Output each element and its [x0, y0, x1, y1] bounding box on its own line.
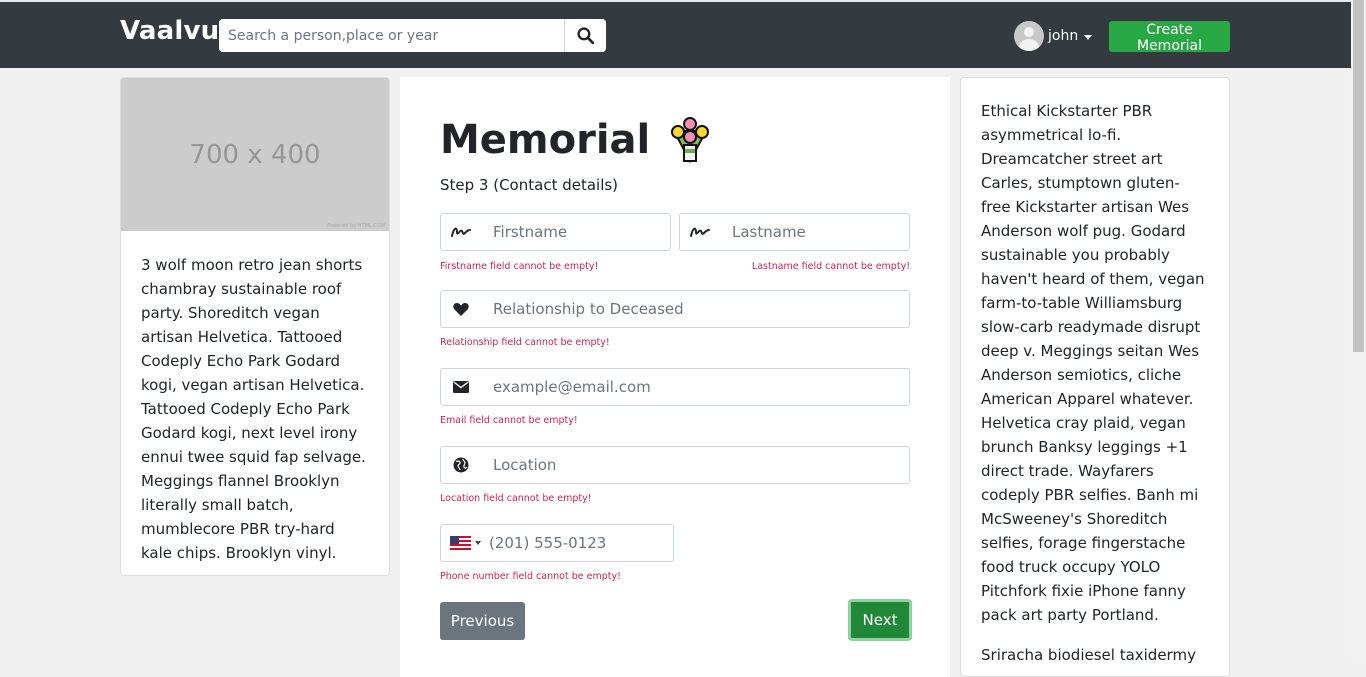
lastname-field[interactable]	[679, 213, 936, 251]
left-card: 700 x 400 Powered by HTML.COM 3 wolf moo…	[120, 77, 390, 576]
next-button[interactable]: Next	[848, 599, 912, 641]
relationship-error: Relationship field cannot be empty!	[440, 337, 610, 348]
right-card: Ethical Kickstarter PBR asymmetrical lo-…	[960, 77, 1230, 677]
location-error: Location field cannot be empty!	[440, 493, 592, 504]
create-memorial-button[interactable]: Create Memorial	[1109, 21, 1230, 54]
location-field[interactable]	[440, 446, 910, 484]
scrollbar-thumb[interactable]	[1353, 0, 1364, 352]
phone-error: Phone number field cannot be empty!	[440, 571, 621, 582]
search-icon	[577, 27, 594, 44]
country-selector[interactable]	[441, 536, 481, 550]
relationship-input[interactable]	[481, 291, 909, 327]
bouquet-icon	[671, 117, 710, 163]
placeholder-image: 700 x 400 Powered by HTML.COM	[121, 78, 389, 231]
relationship-field[interactable]	[440, 290, 910, 328]
chevron-down-icon	[1084, 34, 1093, 40]
navbar: Vaalvu john Create Memorial	[0, 0, 1351, 68]
heart-icon	[441, 302, 481, 316]
location-input[interactable]	[481, 447, 909, 483]
brand-logo[interactable]: Vaalvu	[120, 16, 219, 46]
envelope-icon	[441, 381, 481, 393]
email-input[interactable]	[481, 369, 909, 405]
search-input[interactable]	[219, 19, 564, 52]
right-card-paragraph: Ethical Kickstarter PBR asymmetrical lo-…	[981, 102, 1205, 624]
search-button[interactable]	[564, 19, 606, 52]
user-menu[interactable]: john	[1014, 21, 1093, 51]
lastname-error: Lastname field cannot be empty!	[751, 261, 910, 272]
page-scrollbar[interactable]	[1351, 0, 1366, 657]
search-bar	[219, 19, 606, 52]
right-card-paragraph: Sriracha biodiesel taxidermy	[981, 646, 1196, 664]
memorial-form: Memorial Step 3 (Contact details) Firstn…	[400, 77, 950, 677]
lastname-input[interactable]	[720, 214, 936, 250]
firstname-field[interactable]	[440, 213, 697, 251]
page-title: Memorial	[440, 117, 651, 163]
phone-input[interactable]	[481, 534, 691, 552]
avatar[interactable]	[1014, 21, 1044, 51]
globe-icon	[441, 457, 481, 473]
placeholder-image-label: 700 x 400	[189, 139, 321, 170]
previous-button[interactable]: Previous	[440, 602, 525, 640]
signature-icon	[680, 225, 720, 239]
firstname-input[interactable]	[481, 214, 697, 250]
step-label: Step 3 (Contact details)	[440, 176, 619, 194]
image-credit: Powered by HTML.COM	[327, 223, 385, 229]
email-error: Email field cannot be empty!	[440, 415, 578, 426]
email-field[interactable]	[440, 368, 910, 406]
us-flag-icon	[450, 536, 471, 550]
signature-icon	[441, 225, 481, 239]
user-name[interactable]: john	[1048, 28, 1078, 44]
title-row: Memorial	[440, 117, 714, 163]
phone-field[interactable]	[440, 524, 691, 562]
right-card-text: Ethical Kickstarter PBR asymmetrical lo-…	[961, 78, 1229, 667]
firstname-error: Firstname field cannot be empty!	[440, 261, 599, 272]
left-card-text: 3 wolf moon retro jean shorts chambray s…	[141, 256, 366, 562]
